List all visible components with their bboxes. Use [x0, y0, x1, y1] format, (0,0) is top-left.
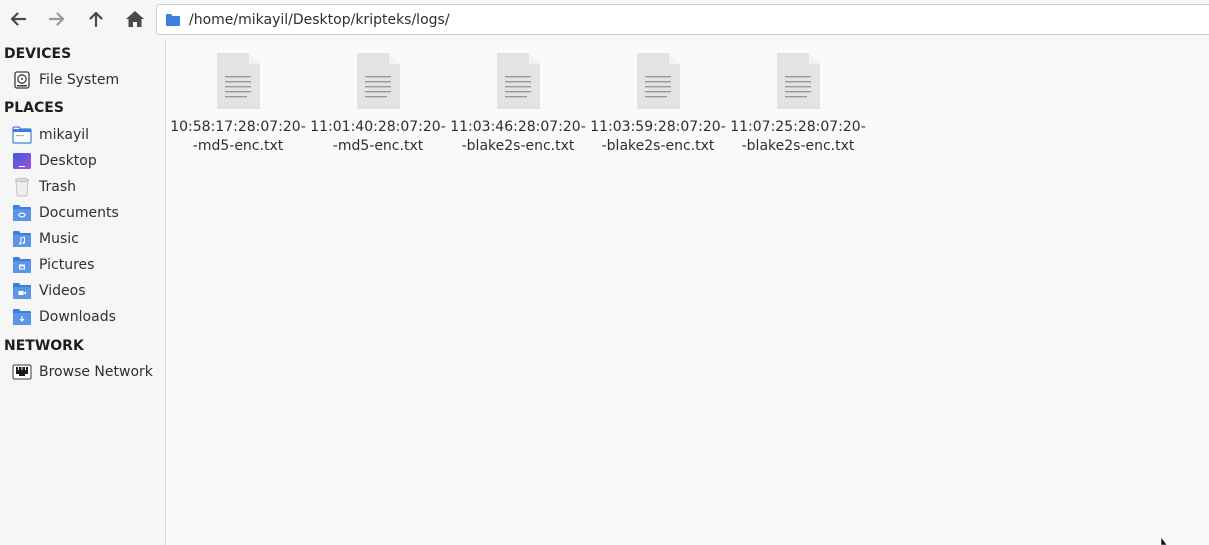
arrow-up-icon [89, 11, 103, 28]
sidebar-item-browse-network[interactable]: Browse Network [0, 360, 165, 384]
arrow-right-icon [48, 12, 65, 26]
network-header: NETWORK [4, 338, 84, 354]
sidebar-item-downloads[interactable]: Downloads [0, 305, 165, 329]
sidebar-item-pictures[interactable]: Pictures [0, 253, 165, 277]
sidebar-item-label: Music [39, 231, 79, 247]
file-item[interactable]: 11:03:59:28:07:20- -blake2s-enc.txt [588, 50, 728, 160]
text-document-icon [777, 53, 820, 109]
file-name: 10:58:17:28:07:20- -md5-enc.txt [170, 119, 306, 154]
documents-folder-icon [12, 203, 32, 223]
sidebar-item-music[interactable]: Music [0, 227, 165, 251]
file-item[interactable]: 11:07:25:28:07:20- -blake2s-enc.txt [728, 50, 868, 160]
back-button[interactable] [3, 4, 33, 34]
folder-icon [166, 13, 180, 26]
sidebar-item-label: Documents [39, 205, 119, 221]
location-bar[interactable]: /home/mikayil/Desktop/kripteks/logs/ [156, 4, 1209, 35]
arrow-left-icon [10, 12, 27, 26]
file-item[interactable]: 11:01:40:28:07:20- -md5-enc.txt [308, 50, 448, 160]
sidebar-item-desktop[interactable]: Desktop [0, 149, 165, 173]
file-name: 11:01:40:28:07:20- -md5-enc.txt [310, 119, 446, 154]
mouse-cursor-icon [1161, 537, 1168, 545]
forward-button[interactable] [42, 4, 72, 34]
sidebar-item-label: mikayil [39, 127, 90, 143]
sidebar-item-label: Downloads [39, 309, 116, 325]
text-document-icon [497, 53, 540, 109]
location-path: /home/mikayil/Desktop/kripteks/logs/ [189, 11, 450, 28]
text-document-icon [357, 53, 400, 109]
sidebar-item-documents[interactable]: Documents [0, 201, 165, 225]
file-name: 11:03:59:28:07:20- -blake2s-enc.txt [590, 119, 726, 154]
sidebar-item-file-system[interactable]: File System [0, 68, 165, 92]
desktop-icon [12, 151, 32, 171]
sidebar-item-label: Desktop [39, 153, 97, 169]
sidebar-item-label: File System [39, 72, 120, 88]
up-button[interactable] [81, 4, 111, 34]
text-document-icon [637, 53, 680, 109]
music-folder-icon [12, 229, 32, 249]
sidebar-item-mikayil[interactable]: mikayil [0, 123, 165, 147]
home-icon [126, 11, 144, 27]
file-view[interactable]: 10:58:17:28:07:20- -md5-enc.txt 11:01:40… [166, 40, 1209, 545]
toolbar: /home/mikayil/Desktop/kripteks/logs/ [0, 0, 1209, 38]
downloads-folder-icon [12, 307, 32, 327]
sidebar-item-label: Trash [39, 179, 76, 195]
videos-folder-icon [12, 281, 32, 301]
sidebar-item-label: Browse Network [39, 364, 153, 380]
file-name: 11:03:46:28:07:20- -blake2s-enc.txt [450, 119, 586, 154]
devices-header: DEVICES [4, 46, 72, 62]
file-name: 11:07:25:28:07:20- -blake2s-enc.txt [730, 119, 866, 154]
pictures-folder-icon [12, 255, 32, 275]
home-button[interactable] [120, 4, 150, 34]
file-item[interactable]: 10:58:17:28:07:20- -md5-enc.txt [168, 50, 308, 160]
sidebar: DEVICES File System PLACES mikayil Deskt… [0, 40, 166, 545]
places-header: PLACES [4, 100, 64, 116]
harddisk-icon [12, 70, 32, 90]
trash-icon [12, 177, 32, 197]
sidebar-item-label: Pictures [39, 257, 95, 273]
file-item[interactable]: 11:03:46:28:07:20- -blake2s-enc.txt [448, 50, 588, 160]
text-document-icon [217, 53, 260, 109]
network-icon [12, 362, 32, 382]
sidebar-item-label: Videos [39, 283, 86, 299]
sidebar-item-trash[interactable]: Trash [0, 175, 165, 199]
home-folder-icon [12, 125, 32, 145]
sidebar-item-videos[interactable]: Videos [0, 279, 165, 303]
